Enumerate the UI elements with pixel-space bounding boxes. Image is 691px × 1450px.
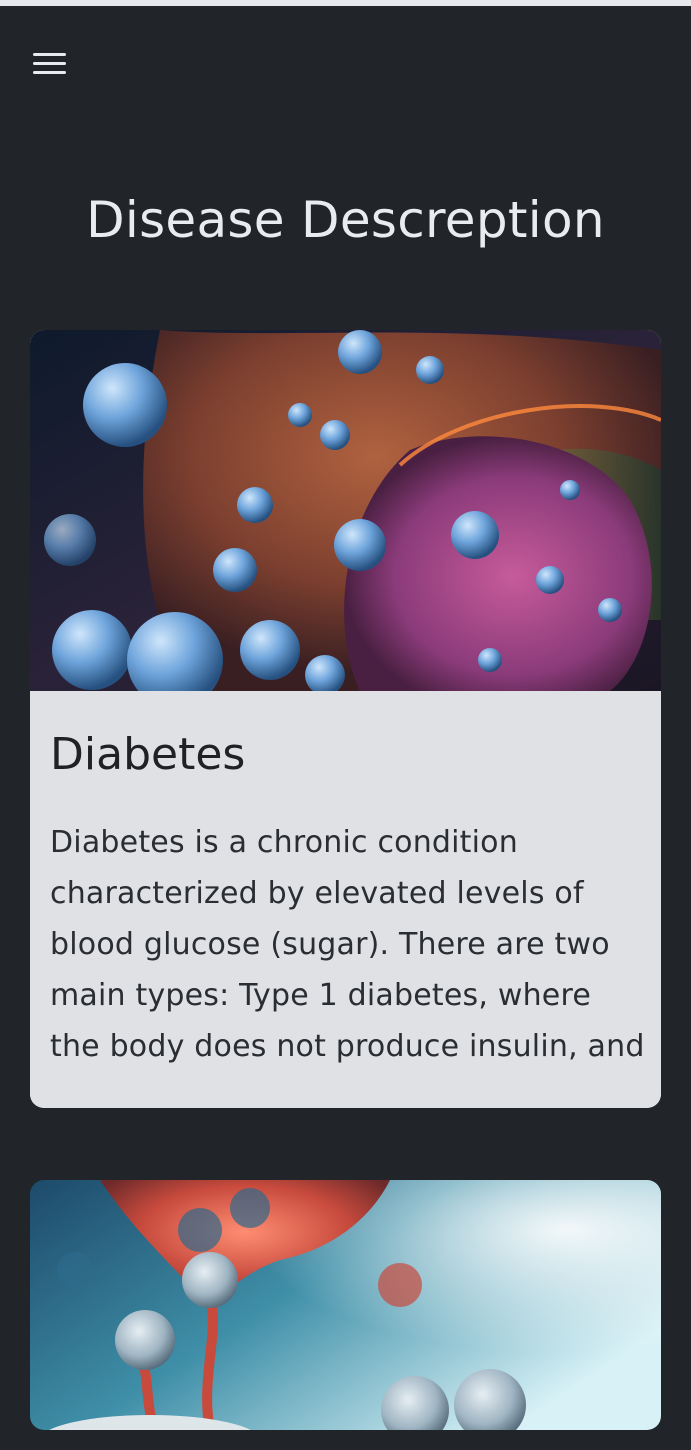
diabetes-illustration-image	[30, 330, 661, 691]
card-body: Diabetes Diabetes is a chronic condition…	[30, 691, 661, 1108]
card-description: Diabetes is a chronic condition characte…	[50, 825, 645, 1081]
disease-card-diabetes[interactable]: Diabetes Diabetes is a chronic condition…	[30, 330, 661, 1108]
hamburger-menu-icon-bar	[32, 70, 66, 74]
disease-card-next[interactable]	[30, 1180, 661, 1430]
hamburger-menu-button[interactable]	[26, 44, 72, 82]
bottom-edge	[0, 1430, 691, 1450]
card-title: Diabetes	[50, 729, 246, 780]
hamburger-menu-icon-bar	[32, 52, 66, 56]
virus-illustration-image	[30, 1180, 661, 1430]
hamburger-menu-icon-bar	[32, 61, 66, 65]
status-bar-edge	[0, 0, 691, 6]
page-title: Disease Descreption	[86, 191, 605, 249]
